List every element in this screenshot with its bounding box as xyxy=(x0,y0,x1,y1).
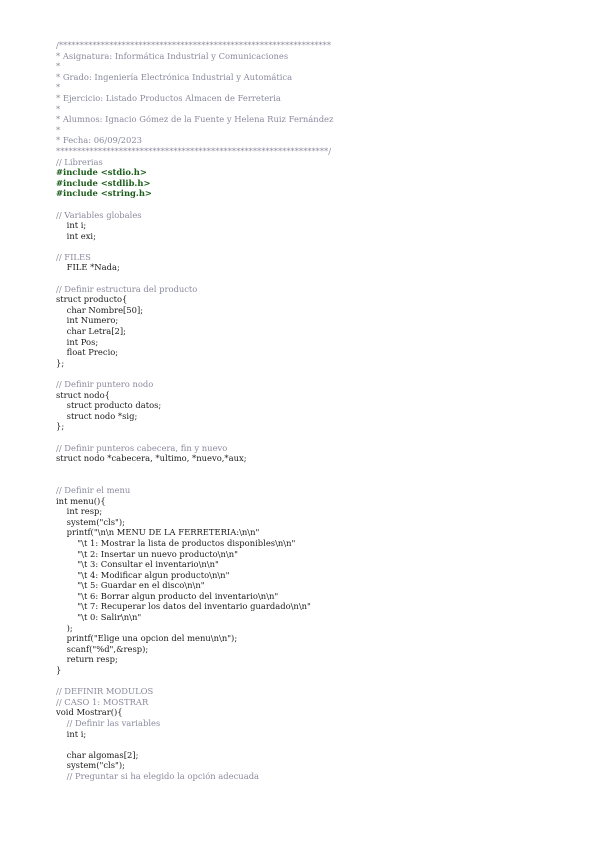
code-line: * Alumnos: Ignacio Gómez de la Fuente y … xyxy=(56,114,334,125)
source-code-listing: /***************************************… xyxy=(56,40,333,782)
code-line: "\t 6: Borrar algun producto del inventa… xyxy=(56,590,279,601)
code-line: // CASO 1: MOSTRAR xyxy=(56,696,149,707)
code-line: int exi; xyxy=(56,230,96,241)
code-line: int i; xyxy=(56,220,87,231)
code-line: #include <stdio.h> xyxy=(56,167,147,178)
code-line: "\t 5: Guardar en el disco\n\n" xyxy=(56,580,205,591)
code-line: // Definir el menu xyxy=(56,484,131,495)
code-line: char Letra[2]; xyxy=(56,326,126,337)
code-line: * xyxy=(56,61,61,72)
code-line: "\t 0: Salir\n\n" xyxy=(56,612,142,623)
code-line: * Ejercicio: Listado Productos Almacen d… xyxy=(56,92,281,103)
code-line: // Definir estructura del producto xyxy=(56,283,198,294)
code-line: printf("Elige una opcion del menu\n\n"); xyxy=(56,633,238,644)
code-line: * Grado: Ingeniería Electrónica Industri… xyxy=(56,71,293,82)
code-line: /***************************************… xyxy=(56,40,332,50)
code-line: } xyxy=(56,665,62,676)
code-line: * xyxy=(56,124,61,135)
code-line: // Definir las variables xyxy=(56,718,161,728)
code-line: // Definir punteros cabecera, fin y nuev… xyxy=(56,442,228,453)
code-line: }; xyxy=(56,357,65,368)
code-line: char algomas[2]; xyxy=(56,749,139,760)
code-line: struct producto datos; xyxy=(56,400,162,411)
code-line: struct nodo *cabecera, *ultimo, *nuevo,*… xyxy=(56,453,247,464)
code-line: "\t 2: Insertar un nuevo producto\n\n" xyxy=(56,548,238,559)
code-line: * Asignatura: Informática Industrial y C… xyxy=(56,50,289,61)
code-line: * Fecha: 06/09/2023 xyxy=(56,135,142,146)
code-line: * xyxy=(56,103,61,114)
code-line: scanf("%d",&resp); xyxy=(56,643,149,654)
code-line: #include <stdlib.h> xyxy=(56,177,151,188)
code-line: "\t 1: Mostrar la lista de productos dis… xyxy=(56,537,296,548)
code-line: #include <string.h> xyxy=(56,188,152,199)
code-line: // Librerias xyxy=(56,156,103,167)
code-line: // Variables globales xyxy=(56,209,142,220)
code-line: int resp; xyxy=(56,506,103,517)
code-line: void Mostrar(){ xyxy=(56,707,123,718)
code-line: "\t 3: Consultar el inventario\n\n" xyxy=(56,559,219,570)
code-line: * xyxy=(56,82,61,93)
code-line: char Nombre[50]; xyxy=(56,304,144,315)
code-line: FILE *Nada; xyxy=(56,262,120,273)
code-line: system("cls"); xyxy=(56,516,125,527)
code-line: "\t 7: Recuperar los datos del inventari… xyxy=(56,601,311,612)
code-line: printf("\n\n MENU DE LA FERRETERIA:\n\n" xyxy=(56,527,260,538)
code-line: int Pos; xyxy=(56,336,99,347)
code-line: int Numero; xyxy=(56,315,119,326)
document-page: /***************************************… xyxy=(0,0,599,848)
code-line: return resp; xyxy=(56,654,118,665)
code-line: // FILES xyxy=(56,251,91,262)
code-line: struct producto{ xyxy=(56,294,128,305)
code-line: // Preguntar si ha elegido la opción ade… xyxy=(56,770,260,781)
code-line: int menu(){ xyxy=(56,495,106,506)
code-line: ****************************************… xyxy=(56,145,332,156)
code-line: float Precio; xyxy=(56,347,119,358)
code-line: // Definir puntero nodo xyxy=(56,379,154,389)
code-line: }; xyxy=(56,421,65,432)
code-line: struct nodo *sig; xyxy=(56,410,138,421)
code-line: // DEFINIR MODULOS xyxy=(56,686,154,697)
code-line: struct nodo{ xyxy=(56,389,110,400)
code-line: "\t 4: Modificar algun producto\n\n" xyxy=(56,569,230,580)
code-line: system("cls"); xyxy=(56,760,125,771)
code-line: int i; xyxy=(56,728,87,739)
code-line: ); xyxy=(56,622,73,633)
